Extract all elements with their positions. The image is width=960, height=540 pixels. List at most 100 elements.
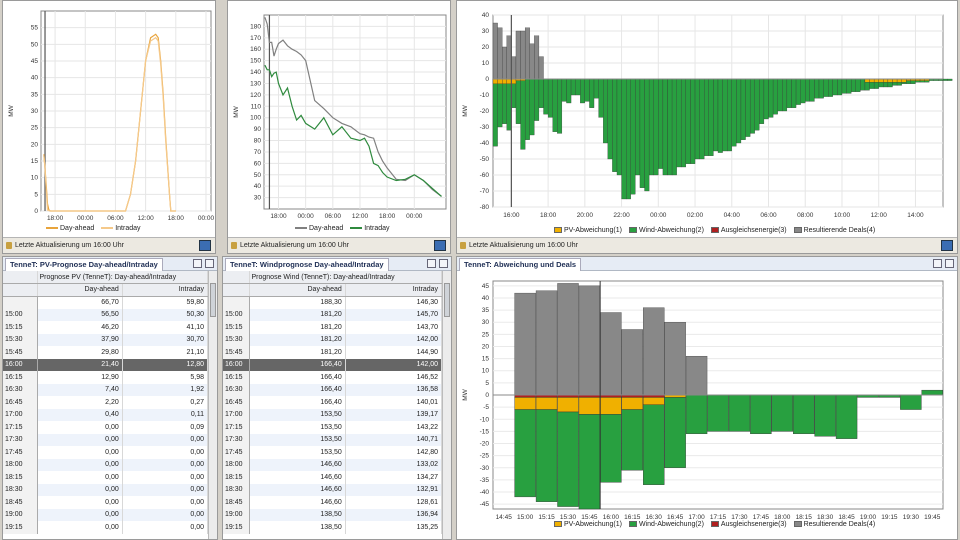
y-tick-label: -10 xyxy=(480,92,490,99)
tab-wind-forecast[interactable]: TenneT: Windprognose Day-ahead/Intraday xyxy=(225,258,389,271)
bar xyxy=(947,78,953,81)
dayahead-cell: 146,60 xyxy=(249,471,346,484)
time-cell: 15:45 xyxy=(3,346,38,359)
table-row[interactable]: 19:15 0,00 0,00 xyxy=(3,521,208,534)
scrollbar-thumb[interactable] xyxy=(210,283,216,317)
legend-intraday: Intraday xyxy=(364,225,390,232)
bar xyxy=(502,46,507,80)
x-tick-label: 18:00 xyxy=(47,215,64,222)
table-row[interactable]: 16:15 166,40 146,52 xyxy=(223,371,442,384)
legend-pv-deviation: PV-Abweichung(1) xyxy=(564,521,622,528)
dayahead-cell: 0,40 xyxy=(37,408,123,421)
wind-deviation-bar xyxy=(835,394,858,439)
x-tick-label: 12:00 xyxy=(352,213,369,220)
table-row[interactable]: 17:15 153,50 143,22 xyxy=(223,421,442,434)
table-row[interactable]: 19:00 0,00 0,00 xyxy=(3,508,208,521)
bar xyxy=(841,78,847,94)
table-row[interactable]: 18:30 146,60 132,91 xyxy=(223,483,442,496)
chart-options-button[interactable] xyxy=(941,240,953,251)
x-tick-label: 19:00 xyxy=(860,514,877,521)
table-row[interactable]: 18:00 0,00 0,00 xyxy=(3,458,208,471)
table-row[interactable]: 18:45 0,00 0,00 xyxy=(3,496,208,509)
table-row[interactable]: 18:00 146,60 133,02 xyxy=(223,458,442,471)
dayahead-cell: 146,60 xyxy=(249,496,346,509)
table-row[interactable]: 15:00 56,50 50,30 xyxy=(3,308,208,321)
time-cell: 17:45 xyxy=(3,446,38,459)
table-row[interactable]: 17:15 0,00 0,09 xyxy=(3,421,208,434)
chart-options-button[interactable] xyxy=(434,240,446,251)
table-row[interactable]: 66,70 59,80 xyxy=(3,296,208,309)
maximize-icon[interactable] xyxy=(205,259,214,268)
x-tick-label: 16:15 xyxy=(624,514,641,521)
maximize-icon[interactable] xyxy=(945,259,954,268)
bar xyxy=(754,78,760,131)
bar xyxy=(626,78,631,200)
intraday-cell: 146,30 xyxy=(345,296,442,309)
table-row[interactable]: 16:15 12,90 5,98 xyxy=(3,371,208,384)
table-row[interactable]: 15:45 29,80 21,10 xyxy=(3,346,208,359)
y-tick-label: 70 xyxy=(254,149,262,156)
table-row[interactable]: 16:45 2,20 0,27 xyxy=(3,396,208,409)
table-row[interactable]: 18:15 146,60 134,27 xyxy=(223,471,442,484)
tab-deviation-and-deals[interactable]: TenneT: Abweichung und Deals xyxy=(459,258,582,271)
column-header-dayahead[interactable]: Day-ahead xyxy=(249,283,346,297)
table-row[interactable]: 188,30 146,30 xyxy=(223,296,442,309)
bar xyxy=(502,78,507,84)
table-row[interactable]: 17:30 153,50 140,71 xyxy=(223,433,442,446)
table-row[interactable]: 16:45 166,40 140,01 xyxy=(223,396,442,409)
x-tick-label: 15:30 xyxy=(560,514,577,521)
table-row[interactable]: 15:45 181,20 144,90 xyxy=(223,346,442,359)
bar xyxy=(800,78,806,104)
tab-pv-forecast[interactable]: TenneT: PV-Prognose Day-ahead/Intraday xyxy=(5,258,163,271)
table-row[interactable]: 15:30 37,90 30,70 xyxy=(3,333,208,346)
chart-options-button[interactable] xyxy=(199,240,211,251)
bar xyxy=(749,78,755,134)
intraday-cell: 30,70 xyxy=(122,333,208,346)
table-row[interactable]: 17:30 0,00 0,00 xyxy=(3,433,208,446)
column-header-dayahead[interactable]: Day-ahead xyxy=(37,283,123,297)
column-header-intraday[interactable]: Intraday xyxy=(122,283,208,297)
minimize-icon[interactable] xyxy=(933,259,942,268)
minimize-icon[interactable] xyxy=(193,259,202,268)
bar xyxy=(529,43,535,80)
x-tick-label: 14:00 xyxy=(907,212,924,219)
table-row[interactable]: 18:45 146,60 128,61 xyxy=(223,496,442,509)
table-row[interactable]: 19:15 138,50 135,25 xyxy=(223,521,442,534)
table-row[interactable]: 17:00 0,40 0,11 xyxy=(3,408,208,421)
dayahead-cell: 0,00 xyxy=(37,471,123,484)
vertical-scrollbar[interactable] xyxy=(442,271,451,539)
y-tick-label: 45 xyxy=(31,58,39,65)
table-row[interactable]: 18:15 0,00 0,00 xyxy=(3,471,208,484)
table-row[interactable]: 17:45 0,00 0,00 xyxy=(3,446,208,459)
bar xyxy=(823,78,829,97)
maximize-icon[interactable] xyxy=(439,259,448,268)
table-row[interactable]: 19:00 138,50 136,94 xyxy=(223,508,442,521)
bar xyxy=(727,78,732,152)
table-row[interactable]: 17:00 153,50 139,17 xyxy=(223,408,442,421)
time-cell: 15:30 xyxy=(223,333,250,346)
table-row[interactable]: 15:15 46,20 41,10 xyxy=(3,321,208,334)
table-row[interactable]: 15:30 181,20 142,00 xyxy=(223,333,442,346)
table-row[interactable]: 15:15 181,20 143,70 xyxy=(223,321,442,334)
deals-bar-chart: 45 40 35 30 25 20 15 10 5 0 -5 -10 -15 -20 -25 -30 -35 -4… xyxy=(462,280,944,521)
table-row[interactable]: 16:00 166,40 142,00 xyxy=(223,358,442,371)
deals-bar xyxy=(535,290,558,396)
intraday-cell: 140,71 xyxy=(345,433,442,446)
minimize-icon[interactable] xyxy=(427,259,436,268)
table-row[interactable]: 18:30 0,00 0,00 xyxy=(3,483,208,496)
table-row[interactable]: 16:30 166,40 136,58 xyxy=(223,383,442,396)
table-row[interactable]: 15:00 181,20 145,70 xyxy=(223,308,442,321)
time-cell: 16:30 xyxy=(223,383,250,396)
table-row[interactable]: 16:30 7,40 1,92 xyxy=(3,383,208,396)
y-tick-label: 160 xyxy=(250,46,261,53)
y-tick-label: 130 xyxy=(250,80,261,87)
column-header-intraday[interactable]: Intraday xyxy=(345,283,442,297)
bar xyxy=(662,78,668,176)
table-row[interactable]: 16:00 21,40 12,80 xyxy=(3,358,208,371)
table-row[interactable]: 17:45 153,50 142,80 xyxy=(223,446,442,459)
intraday-cell: 0,00 xyxy=(122,483,208,496)
scrollbar-thumb[interactable] xyxy=(444,283,450,317)
y-tick-label: 20 xyxy=(482,44,490,51)
y-axis-label: MW xyxy=(233,105,240,117)
vertical-scrollbar[interactable] xyxy=(208,271,217,539)
